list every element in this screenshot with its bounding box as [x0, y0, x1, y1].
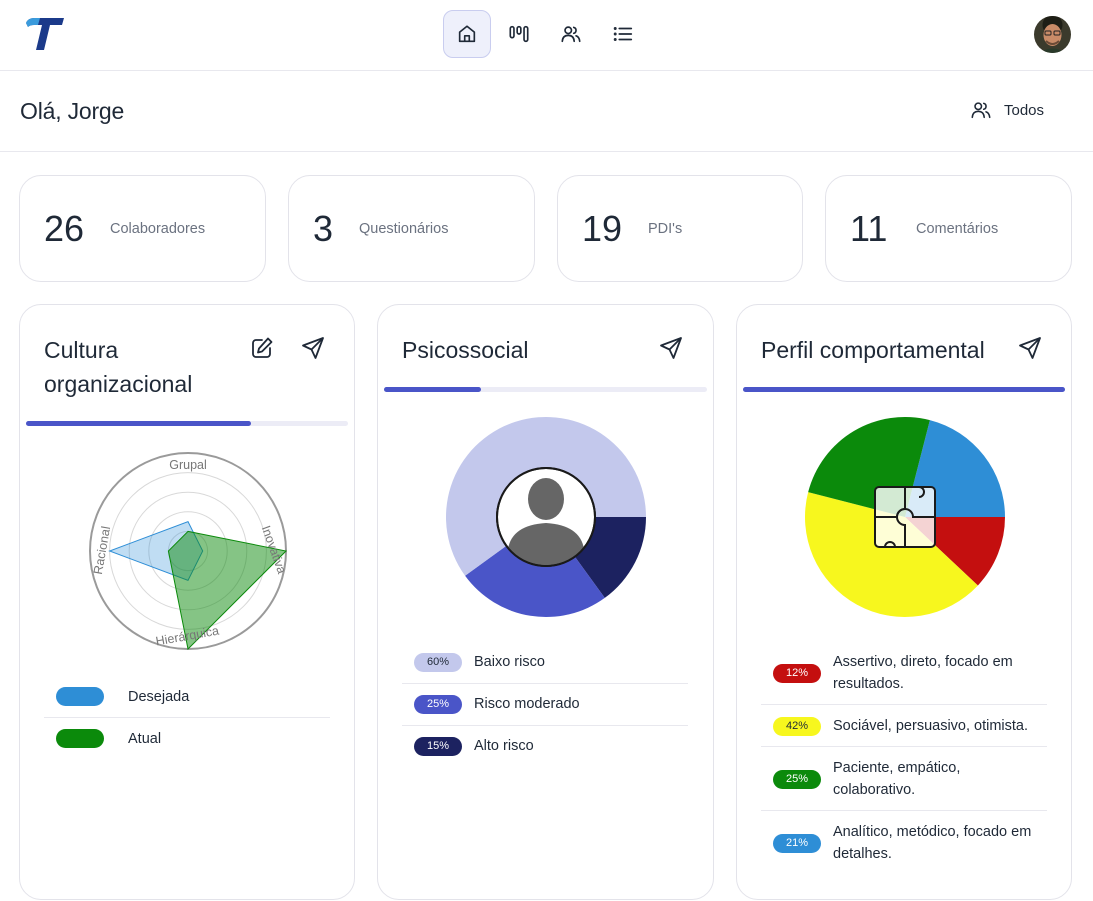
kanban-icon [509, 25, 529, 43]
pie-chart [446, 416, 646, 617]
legend-item-atual: Atual [56, 729, 161, 748]
progress-bar [743, 387, 1065, 392]
card-title: Perfil comportamental [761, 337, 985, 363]
legend-item: 15% Alto risco [414, 735, 534, 757]
send-button[interactable] [659, 336, 683, 360]
progress-fill [384, 387, 481, 392]
stat-label: PDI's [648, 220, 683, 237]
users-icon [561, 26, 581, 43]
edit-button[interactable] [250, 336, 274, 360]
progress-bar [384, 387, 707, 392]
legend-label-line: resultados. [833, 676, 904, 692]
legend-item: 60% Baixo risco [414, 651, 545, 673]
radar-axis-label: Grupal [169, 458, 207, 472]
percent-badge: 15% [414, 736, 462, 756]
percent-badge: 25% [414, 694, 462, 714]
send-icon [1019, 337, 1041, 359]
divider [761, 746, 1047, 747]
legend-label: Risco moderado [474, 696, 580, 712]
legend-label-line: Sociável, persuasivo, otimista. [833, 718, 1029, 734]
filter-label: Todos [1004, 101, 1045, 119]
page-title: Olá, Jorge [20, 98, 125, 124]
progress-bar [26, 421, 348, 426]
card-title-line1: Cultura [44, 337, 119, 363]
percent-badge: 21% [773, 833, 821, 853]
stat-value: 11 [850, 207, 888, 249]
divider [761, 810, 1047, 811]
avatar[interactable] [1034, 16, 1071, 53]
stat-card-pdis[interactable]: 19 PDI's [557, 175, 803, 282]
pie-chart [805, 417, 1005, 617]
edit-icon [252, 337, 273, 358]
nav-list[interactable] [599, 10, 647, 58]
stat-card-comentarios[interactable]: 11 Comentários [825, 175, 1072, 282]
card-perfil-comportamental: Perfil comportamental 12% Assertivo, dire… [736, 304, 1072, 900]
legend-item: 12% Assertivo, direto, focado em resultado… [773, 651, 1013, 695]
legend-label: Paciente, empático, colaborativo. [833, 757, 960, 801]
send-button[interactable] [301, 336, 325, 360]
legend-label-line: Analítico, metódico, focado em [833, 824, 1032, 840]
progress-fill [26, 421, 252, 426]
nav-home[interactable] [443, 10, 491, 58]
divider [402, 725, 688, 726]
card-title-line2: organizacional [44, 371, 193, 397]
legend-item: 42% Sociável, persuasivo, otimista. [773, 715, 1028, 737]
send-button[interactable] [1018, 336, 1042, 360]
legend-label: Baixo risco [474, 654, 545, 670]
stat-label: Colaboradores [110, 220, 206, 237]
stat-label: Comentários [916, 220, 999, 237]
send-icon [302, 337, 324, 359]
stat-card-questionarios[interactable]: 3 Questionários [288, 175, 535, 282]
percent-badge: 25% [773, 769, 821, 789]
divider [44, 717, 330, 718]
stat-value: 26 [44, 207, 85, 249]
radar-chart: GrupalInovativaHierárquicaRacional [89, 452, 289, 651]
list-icon [613, 27, 633, 41]
nav-board[interactable] [495, 10, 543, 58]
stat-value: 19 [582, 207, 623, 249]
card-psicossocial: Psicossocial 60% Baixo risco 25% Risco mode… [377, 304, 714, 900]
legend-label-line: Assertivo, direto, focado em [833, 654, 1013, 670]
legend-label-line: detalhes. [833, 846, 892, 862]
stat-value: 3 [313, 207, 334, 249]
progress-fill [743, 387, 1065, 392]
top-bar [0, 0, 1093, 71]
percent-badge: 60% [414, 652, 462, 672]
legend-label: Analítico, metódico, focado em detalhes. [833, 821, 1031, 865]
main-nav [443, 10, 647, 58]
card-title: Psicossocial [402, 337, 529, 363]
legend-label: Desejada [128, 688, 190, 705]
person-head [528, 478, 564, 520]
legend-label: Alto risco [474, 738, 534, 754]
legend-label-line: colaborativo. [833, 782, 916, 798]
card-title: Cultura organizacional [44, 333, 192, 401]
stat-label: Questionários [359, 220, 449, 237]
legend-item-desejada: Desejada [56, 687, 189, 706]
puzzle-icon [874, 486, 936, 548]
divider [761, 704, 1047, 705]
nav-team[interactable] [547, 10, 595, 58]
filter-todos-button[interactable]: Todos [970, 99, 1044, 121]
send-icon [660, 337, 682, 359]
legend-item: 25% Risco moderado [414, 693, 580, 715]
stat-card-colaboradores[interactable]: 26 Colaboradores [19, 175, 266, 282]
greeting-bar: Olá, Jorge Todos [0, 71, 1093, 152]
app-logo[interactable] [24, 17, 66, 51]
percent-badge: 12% [773, 663, 821, 683]
legend-item: 21% Analítico, metódico, focado em detalhe… [773, 821, 1031, 865]
legend-swatch [56, 687, 104, 706]
legend-label: Sociável, persuasivo, otimista. [833, 715, 1028, 737]
home-icon [458, 25, 476, 43]
users-icon [971, 102, 991, 119]
card-cultura-organizacional: Cultura organizacional Grupal Inovativa Hi… [19, 304, 355, 900]
legend-label-line: Paciente, empático, [833, 760, 961, 776]
legend-label: Assertivo, direto, focado em resultados. [833, 651, 1013, 695]
legend-swatch [56, 729, 104, 748]
legend-label: Atual [128, 730, 162, 747]
percent-badge: 42% [773, 716, 821, 736]
legend-item: 25% Paciente, empático, colaborativo. [773, 757, 960, 801]
divider [402, 683, 688, 684]
